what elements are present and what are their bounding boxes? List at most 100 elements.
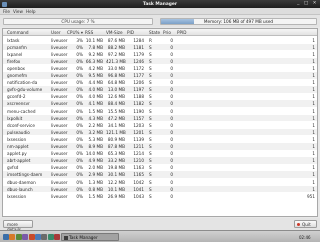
table-row[interactable]: gnomefm liveuser 0% 9.5 MB 96.8 MB 1177 S 0 1 — [3, 72, 317, 79]
launcher-icon[interactable] — [22, 233, 29, 240]
cell-prio: 0 — [170, 87, 173, 93]
menu-file[interactable]: File — [3, 9, 10, 14]
cell-pid: 1165 — [133, 172, 144, 178]
cell-ppid: 1 — [312, 122, 315, 128]
col-header-pid[interactable]: PID — [127, 30, 144, 35]
cell-rss: 2.9 MB — [88, 172, 103, 178]
cell-pid: 1157 — [133, 115, 144, 121]
cell-command: gvfs-gdu-volume — [7, 87, 43, 93]
launcher-icon[interactable] — [9, 233, 16, 240]
col-header-ppid[interactable]: PPID — [177, 30, 315, 35]
cell-pid: 1042 — [133, 179, 144, 185]
table-row[interactable]: gvfsd liveuser 0% 2.0 MB 19.8 MB 1163 S 0 1 — [3, 164, 317, 171]
table-row[interactable]: dbus-launch liveuser 0% 0.8 MB 10.1 MB 1041 S 0… — [3, 185, 317, 193]
col-header-rss[interactable]: RSS — [85, 30, 103, 35]
taskbar-task-manager[interactable]: Task Manager — [61, 233, 119, 241]
cell-pid: 1043 — [133, 193, 144, 199]
cell-pid: 1190 — [133, 108, 144, 114]
col-header-user[interactable]: User — [51, 30, 61, 35]
table-row[interactable]: imsettings-daem liveuser 0% 2.9 MB 30.1 MB 11… — [3, 171, 317, 178]
cell-prio: 0 — [170, 37, 173, 43]
table-row[interactable]: gvfs-gdu-volume liveuser 0% 4.0 MB 13.0 MB 11… — [3, 86, 317, 93]
launcher-icon[interactable] — [35, 233, 41, 240]
cell-pid: 1041 — [133, 186, 144, 192]
table-row[interactable]: lxpolkit liveuser 0% 4.3 MB 47.2 MB 1157 S 0 1 — [3, 114, 317, 122]
cell-cpu: 3% — [76, 37, 83, 43]
usage-status-row: CPU usage: 7 % Memory: 106 MB of 497 MB … — [0, 15, 320, 27]
table-row[interactable]: dconf-service liveuser 0% 2.2 MB 34.1 MB 1203… — [3, 122, 317, 129]
cell-rss: 9.5 MB — [88, 73, 103, 78]
clock[interactable]: 02:46 — [299, 235, 311, 240]
launcher-icon[interactable] — [47, 233, 54, 240]
table-row[interactable]: lxpanel liveuser 0% 9.2 MB 97.2 MB 1179 S 0 1 — [3, 51, 317, 58]
cell-user: liveuser — [51, 165, 68, 171]
window-controls[interactable]: _ □ ✕ — [297, 1, 318, 6]
cell-cpu: 0% — [76, 193, 83, 199]
more-details-button[interactable]: more details — [3, 220, 33, 232]
table-row[interactable]: lxtask liveuser 3% 10.1 MB 87.6 MB 1284 R 0 1 — [3, 37, 317, 44]
launcher-icon[interactable] — [54, 233, 61, 240]
cell-ppid: 1 — [312, 73, 315, 78]
cell-ppid: 1 — [312, 58, 315, 64]
cell-cpu: 0% — [76, 101, 83, 107]
table-row[interactable]: abrt-applet liveuser 0% 4.9 MB 33.2 MB 1210 S 0… — [3, 157, 317, 164]
launcher-icon[interactable] — [3, 233, 9, 240]
col-header-cpu[interactable]: CPU% ▾ — [67, 30, 83, 35]
cell-command: gnomefm — [7, 73, 28, 78]
cell-ppid: 1 — [312, 151, 315, 157]
cell-user: liveuser — [51, 158, 68, 164]
cell-command: lxpolkit — [7, 115, 23, 121]
cell-user: liveuser — [51, 172, 68, 178]
table-row[interactable]: lxsession liveuser 0% 5.3 MB 80.9 MB 1139 S 0 1 — [3, 136, 317, 143]
window-title: Task Manager — [142, 1, 178, 7]
cell-state: S — [149, 144, 152, 149]
table-row[interactable]: xscreensvr liveuser 0% 4.1 MB 88.4 MB 1182 S 0 1 — [3, 100, 317, 107]
table-row[interactable]: nm-applet liveuser 0% 8.9 MB 87.8 MB 1211 S 0 1 — [3, 143, 317, 150]
cell-command: dbus-daemon — [7, 179, 36, 185]
table-row[interactable]: dbus-daemon liveuser 0% 1.3 MB 12.2 MB 1042 S 0… — [3, 179, 317, 186]
table-row[interactable]: applet.py liveuser 0% 14.0 MB 65.3 MB 1214 S 0 1 — [3, 150, 317, 157]
cell-command: lxtask — [7, 37, 20, 43]
cell-pid: 1182 — [133, 101, 144, 107]
table-row[interactable]: openbox liveuser 0% 4.2 MB 33.0 MB 1172 S 0 1 — [3, 65, 317, 72]
cell-prio: 0 — [170, 115, 173, 121]
cell-prio: 0 — [170, 65, 173, 71]
cell-vm-size: 10.1 MB — [107, 186, 125, 192]
table-row[interactable]: pulseaudio liveuser 0% 3.2 MB 121.1 MB 1201 S 0… — [3, 128, 317, 136]
cell-prio: 0 — [170, 151, 173, 157]
table-row[interactable]: notification-da liveuser 0% 4.4 MB 64.8 MB 12… — [3, 79, 317, 86]
table-row[interactable]: pcmanfm liveuser 0% 7.8 MB 88.2 MB 1181 S 0 1 — [3, 43, 317, 51]
col-header-command[interactable]: Command — [7, 30, 29, 35]
cell-state: S — [149, 80, 152, 86]
table-row[interactable]: firefox liveuser 0% 66.3 MB 421.3 MB 1246 S 0 1 — [3, 57, 317, 65]
cell-pid: 1206 — [133, 80, 144, 86]
table-row[interactable]: gconfd-2 liveuser 0% 4.0 MB 12.6 MB 1188 S 0 1 — [3, 93, 317, 100]
cell-command: gvfsd — [7, 165, 19, 171]
launcher-icon[interactable] — [15, 233, 22, 240]
cell-state: S — [149, 44, 152, 50]
col-header-prio[interactable]: Prio — [163, 30, 173, 35]
cell-user: liveuser — [51, 115, 68, 121]
process-table[interactable]: Command User CPU% ▾ RSS VM-Size PID Stat… — [2, 28, 318, 217]
col-header-vm-size[interactable]: VM-Size — [106, 30, 125, 35]
cell-state: S — [149, 136, 152, 142]
launcher-icon[interactable] — [41, 233, 48, 240]
memory-usage-text: Memory: 106 MB of 497 MB used — [203, 19, 274, 25]
cell-vm-size: 33.0 MB — [107, 65, 125, 71]
cell-rss: 9.2 MB — [88, 51, 103, 57]
launcher-icon[interactable] — [28, 233, 35, 240]
menu-view[interactable]: View — [13, 9, 23, 14]
table-row[interactable]: menu-cached liveuser 0% 1.5 MB 15.5 MB 1190 S 0… — [3, 108, 317, 115]
cell-cpu: 0% — [76, 129, 83, 135]
cell-vm-size: 421.3 MB — [106, 58, 126, 64]
quit-button[interactable]: Quit — [294, 220, 317, 228]
cell-state: S — [149, 115, 152, 121]
cell-rss: 4.0 MB — [88, 94, 103, 100]
col-header-state[interactable]: State — [149, 30, 160, 35]
cell-user: liveuser — [51, 87, 68, 93]
menu-help[interactable]: Help — [26, 9, 36, 14]
cell-rss: 4.1 MB — [88, 101, 103, 107]
table-row[interactable]: lxsession liveuser 0% 1.5 MB 26.9 MB 1043 S 0 95… — [3, 193, 317, 200]
bottom-button-bar: more details Quit — [0, 218, 320, 232]
cell-vm-size: 121.1 MB — [106, 129, 126, 135]
